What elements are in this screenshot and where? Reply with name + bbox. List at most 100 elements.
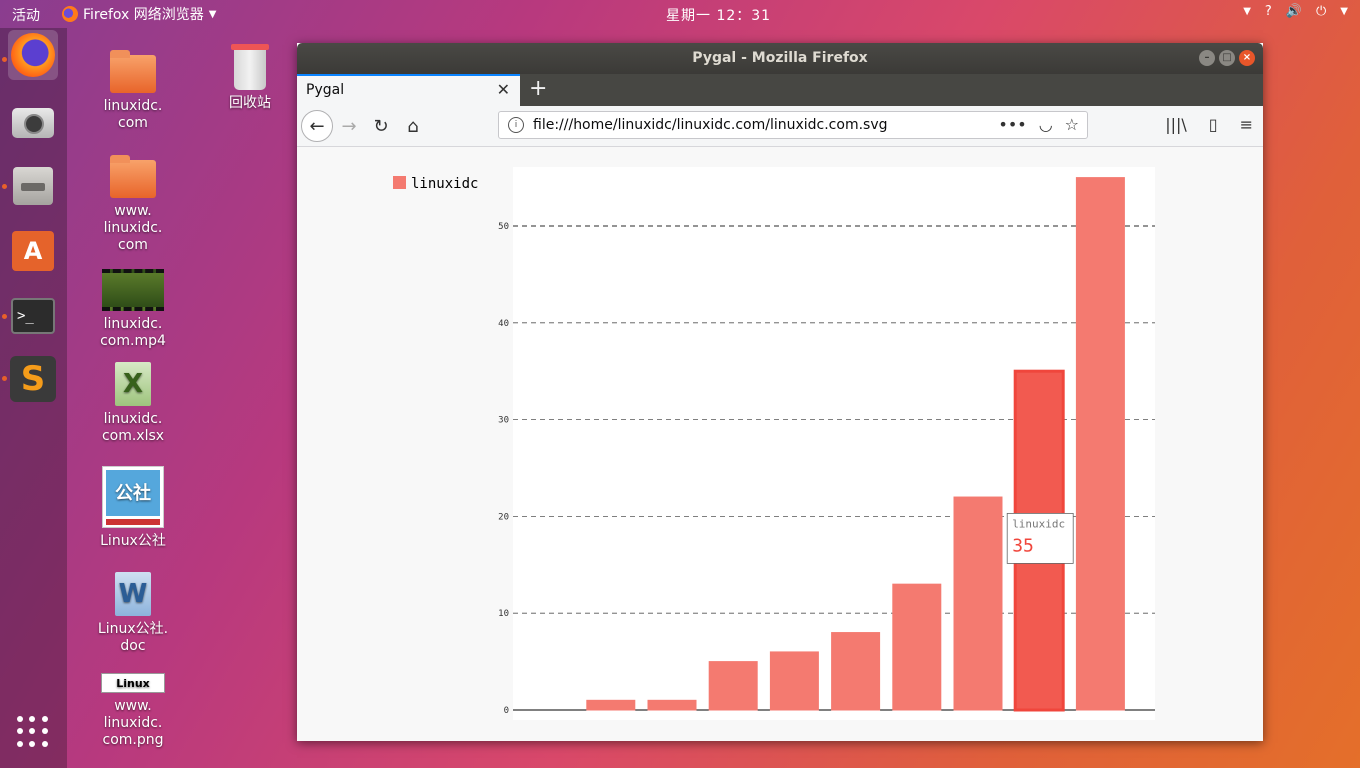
bar [831, 632, 881, 711]
system-tray[interactable]: ▼ ? 🔊 ⏻ ▼ [1243, 4, 1348, 19]
desktop-icon-label: www. linuxidc. com [103, 203, 163, 253]
sidebar-icon[interactable]: ▯ [1209, 115, 1218, 134]
show-applications-icon[interactable] [17, 716, 49, 748]
desktop-folder-www[interactable]: www. linuxidc. com [88, 155, 178, 254]
new-tab-icon[interactable]: + [529, 76, 547, 101]
running-indicator [2, 57, 7, 62]
bar [586, 699, 636, 711]
desktop-doc[interactable]: W Linux公社. doc [88, 572, 178, 655]
reload-icon[interactable]: ↻ [367, 112, 395, 140]
spreadsheet-icon: X [115, 362, 151, 406]
nav-bar: ← → ↻ ⌂ i file:///home/linuxidc/linuxidc… [297, 106, 1263, 147]
library-icon[interactable]: |||\ [1165, 115, 1187, 134]
terminal-icon: >_ [11, 298, 55, 334]
close-tab-icon[interactable]: ✕ [497, 80, 510, 99]
software-icon: A [12, 231, 54, 271]
sublime-icon: S [10, 356, 56, 402]
legend-swatch [393, 176, 406, 189]
bar-chart: linuxidc 0 10 20 30 40 50 linuxidc 35 [393, 167, 1155, 720]
files-icon [13, 167, 53, 205]
firefox-icon [11, 33, 55, 77]
activities-button[interactable]: 活动 [12, 5, 40, 25]
desktop-icon-label: linuxidc. com.mp4 [100, 316, 166, 349]
dock-software[interactable]: A [8, 226, 58, 276]
bar [892, 583, 942, 711]
bookmark-star-icon[interactable]: ☆ [1065, 115, 1079, 134]
accessibility-icon[interactable]: ? [1265, 4, 1272, 19]
firefox-icon [62, 6, 78, 22]
page-actions-icon[interactable]: ••• [998, 115, 1026, 134]
running-indicator [2, 314, 7, 319]
desktop-trash[interactable]: 回收站 [205, 44, 295, 112]
dock: A >_ S [0, 28, 67, 768]
folder-icon [110, 155, 156, 198]
video-icon [102, 269, 164, 311]
y-tick-label: 0 [504, 706, 509, 716]
y-tick-label: 10 [498, 609, 509, 619]
desktop-video[interactable]: linuxidc. com.mp4 [88, 269, 178, 350]
bar [769, 651, 819, 711]
app-menu-label: Firefox 网络浏览器 [83, 7, 204, 23]
home-icon[interactable]: ⌂ [399, 112, 427, 140]
window-titlebar[interactable]: Pygal - Mozilla Firefox – □ × [297, 43, 1263, 74]
folder-icon [110, 50, 156, 93]
trash-icon [231, 44, 269, 90]
bar [953, 496, 1003, 711]
pocket-icon[interactable]: ◡ [1039, 115, 1053, 134]
dock-sublime[interactable]: S [8, 354, 58, 404]
tooltip-value: 35 [1012, 535, 1034, 556]
power-icon[interactable]: ⏻ [1316, 4, 1326, 19]
dock-firefox[interactable] [8, 30, 58, 80]
bar [1075, 177, 1125, 711]
desktop-icon-label: www. linuxidc. com.png [102, 698, 164, 748]
thumbnail-text: 公社 [106, 470, 160, 516]
desktop-icon-label: 回收站 [229, 95, 271, 111]
close-icon[interactable]: × [1239, 50, 1255, 66]
chevron-down-icon[interactable]: ▼ [1340, 6, 1348, 17]
y-tick-label: 20 [498, 512, 509, 522]
tab-bar: Pygal ✕ + [297, 74, 1263, 106]
url-bar[interactable]: i file:///home/linuxidc/linuxidc.com/lin… [498, 111, 1088, 139]
back-icon[interactable]: ← [301, 110, 333, 142]
image-icon: Linux [101, 673, 165, 693]
bar [647, 699, 697, 711]
document-icon: W [115, 572, 151, 616]
desktop-icon-label: linuxidc. com [103, 98, 163, 131]
running-indicator [2, 376, 7, 381]
volume-icon[interactable]: 🔊 [1286, 4, 1302, 19]
maximize-icon[interactable]: □ [1219, 50, 1235, 66]
desktop-icon-label: Linux公社. doc [97, 621, 169, 654]
desktop-icon-label: linuxidc. com.xlsx [101, 411, 165, 444]
firefox-window: Pygal - Mozilla Firefox – □ × Pygal ✕ + … [297, 43, 1263, 741]
dock-terminal[interactable]: >_ [8, 291, 58, 341]
window-title: Pygal - Mozilla Firefox [692, 50, 868, 66]
y-tick-label: 30 [498, 416, 509, 426]
info-icon[interactable]: i [508, 117, 524, 133]
desktop-image-linux[interactable]: 公社 Linux公社 [88, 466, 178, 550]
desktop-png[interactable]: Linux www. linuxidc. com.png [88, 673, 178, 749]
legend-label: linuxidc [411, 176, 478, 192]
dock-files[interactable] [8, 161, 58, 211]
forward-icon[interactable]: → [335, 112, 363, 140]
page-content: linuxidc 0 10 20 30 40 50 linuxidc 35 [297, 147, 1263, 741]
tooltip-series: linuxidc [1012, 517, 1065, 530]
clock[interactable]: 星期一 12：31 [666, 5, 771, 25]
tab-pygal[interactable]: Pygal ✕ [297, 74, 520, 106]
desktop-xlsx[interactable]: X linuxidc. com.xlsx [88, 362, 178, 445]
desktop-folder-linuxidc[interactable]: linuxidc. com [88, 50, 178, 132]
menu-icon[interactable]: ≡ [1240, 115, 1253, 134]
running-indicator [2, 184, 7, 189]
dock-camera[interactable] [8, 98, 58, 148]
desktop-icon-label: Linux公社 [100, 533, 166, 549]
chevron-down-icon[interactable]: ▼ [1243, 6, 1251, 17]
chevron-down-icon: ▼ [208, 8, 217, 20]
tab-title: Pygal [306, 82, 345, 98]
y-tick-label: 50 [498, 222, 509, 232]
app-menu[interactable]: Firefox 网络浏览器 ▼ [62, 4, 217, 24]
bar [708, 661, 758, 711]
image-icon: 公社 [102, 466, 164, 528]
minimize-icon[interactable]: – [1199, 50, 1215, 66]
url-text[interactable]: file:///home/linuxidc/linuxidc.com/linux… [533, 117, 888, 133]
camera-icon [12, 108, 54, 138]
y-tick-label: 40 [498, 319, 509, 329]
